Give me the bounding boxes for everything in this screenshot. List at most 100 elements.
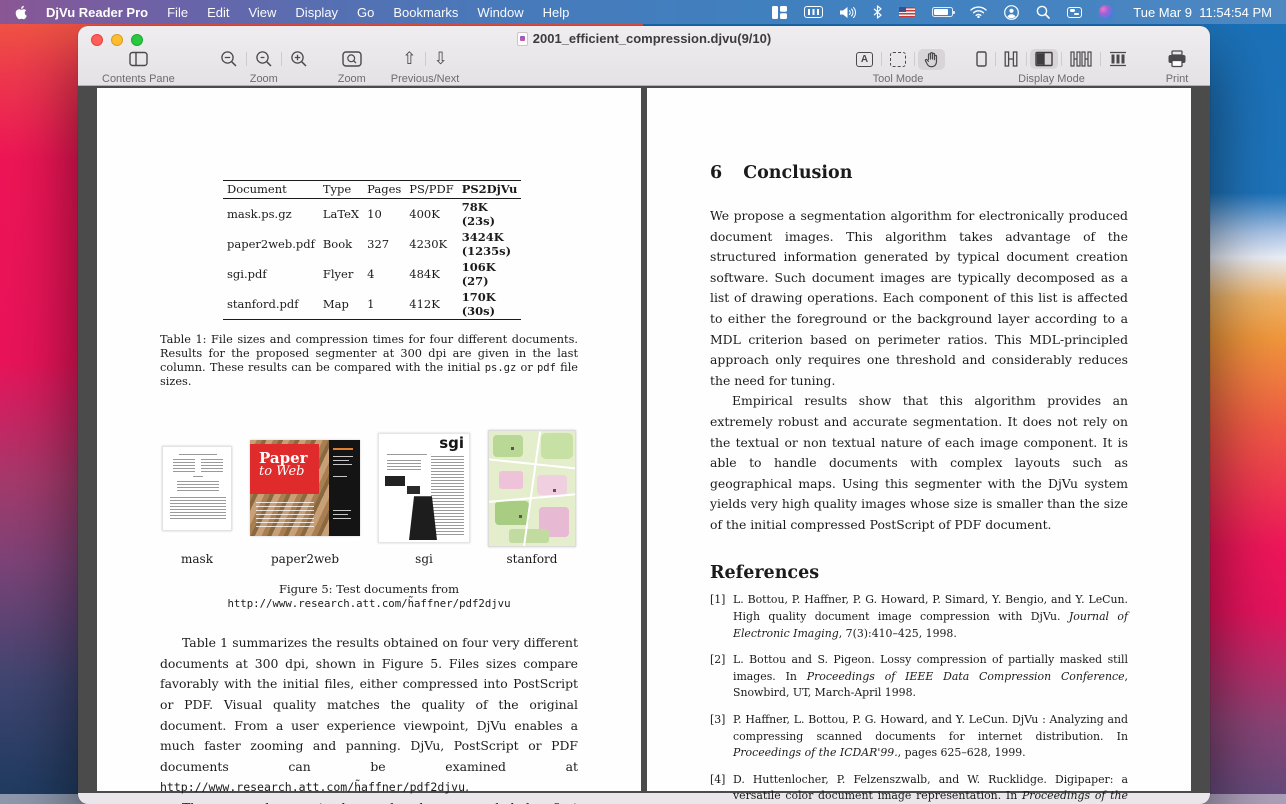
print-label: Print bbox=[1165, 73, 1189, 85]
print-button[interactable] bbox=[1162, 48, 1192, 70]
user-account-icon[interactable] bbox=[1004, 4, 1020, 20]
printer-icon bbox=[1168, 50, 1186, 68]
zoom-actual-button[interactable] bbox=[250, 48, 278, 70]
table-row: sgi.pdf Flyer 4 484K 106K (27) bbox=[227, 260, 496, 288]
thumbnail-stanford-column: stanford bbox=[488, 427, 576, 566]
paragraph-2: The same documents have also been encode… bbox=[160, 798, 578, 804]
section-number: 6 bbox=[710, 163, 723, 183]
toolbar: Contents Pane Zoom Zoom ⇧ ⇩ Previous/Nex… bbox=[78, 47, 1210, 85]
table-1-caption: Table 1: File sizes and compression time… bbox=[160, 333, 578, 389]
siri-icon[interactable] bbox=[1099, 5, 1114, 19]
table-1: Document Type Pages PS/PDF PS2DjVu mask.… bbox=[223, 180, 522, 320]
window-title-row: 2001_efficient_compression.djvu(9/10) bbox=[78, 31, 1210, 46]
table-row: stanford.pdf Map 1 412K 170K (30s) bbox=[227, 290, 496, 318]
reference-number: [4] bbox=[710, 772, 726, 786]
wifi-icon[interactable] bbox=[970, 4, 987, 20]
menu-item[interactable]: File bbox=[167, 5, 188, 20]
single-page-mode-button[interactable] bbox=[971, 49, 992, 69]
paragraph-1: Table 1 summarizes the results obtained … bbox=[160, 635, 578, 795]
two-page-mode-button[interactable] bbox=[1030, 49, 1058, 69]
menu-item[interactable]: Go bbox=[357, 5, 374, 20]
two-page-continuous-icon bbox=[1070, 51, 1092, 67]
zoom-group: Zoom bbox=[215, 47, 313, 85]
page-9: Document Type Pages PS/PDF PS2DjVu mask.… bbox=[97, 88, 641, 804]
zoom-in-button[interactable] bbox=[285, 48, 313, 70]
display-mode-group: Display Mode bbox=[971, 47, 1132, 85]
volume-icon[interactable] bbox=[840, 4, 857, 20]
reference-item: [3] P. Haffner, L. Bottou, P. G. Howard,… bbox=[710, 712, 1128, 760]
continuous-mode-button[interactable] bbox=[999, 49, 1023, 69]
contents-pane-group: Contents Pane bbox=[102, 47, 175, 85]
thumbnail-mask bbox=[162, 445, 232, 531]
hand-icon bbox=[924, 51, 938, 67]
two-page-continuous-mode-button[interactable] bbox=[1065, 49, 1097, 69]
document-scroll-area[interactable]: Document Type Pages PS/PDF PS2DjVu mask.… bbox=[78, 86, 1210, 804]
contents-pane-button[interactable] bbox=[124, 49, 153, 69]
window-header: 2001_efficient_compression.djvu(9/10) Co… bbox=[78, 26, 1210, 86]
thumbnail-paper2web-column: Paper to Web paper2web bbox=[250, 427, 360, 566]
figure-5-thumbnails: mask Paper to Web paper2web sgi sgi stan… bbox=[160, 427, 578, 566]
menu-bar: DjVu Reader Pro File Edit View Display Go Boo… bbox=[0, 0, 1286, 24]
marquee-zoom-label: Zoom bbox=[337, 73, 366, 85]
magnifier-small-minus-icon bbox=[256, 51, 272, 67]
reference-item: [1] L. Bottou, P. Haffner, P. G. Howard,… bbox=[710, 593, 1129, 640]
bluetooth-icon[interactable] bbox=[873, 4, 882, 20]
table-row: mask.ps.gz LaTeX 10 400K 78K (23s) bbox=[227, 200, 496, 228]
keyboard-icon[interactable] bbox=[804, 4, 824, 20]
thumbnail-paper2web: Paper to Web bbox=[250, 440, 360, 537]
text-select-icon: A bbox=[856, 51, 873, 67]
battery-icon[interactable] bbox=[932, 7, 956, 17]
window-title: 2001_efficient_compression.djvu(9/10) bbox=[532, 31, 772, 46]
sidebar-icon bbox=[129, 51, 148, 67]
menu-item[interactable]: Edit bbox=[207, 5, 229, 20]
menu-item[interactable]: Help bbox=[543, 5, 570, 20]
text-select-tool-button[interactable]: A bbox=[851, 50, 878, 69]
figure-label-paper2web: paper2web bbox=[270, 552, 340, 567]
continuous-pages-icon bbox=[1004, 51, 1018, 67]
window-tiling-icon[interactable] bbox=[772, 4, 788, 20]
zoom-group-label: Zoom bbox=[249, 73, 278, 85]
rect-select-tool-button[interactable] bbox=[885, 50, 911, 69]
thumbnail-stanford bbox=[488, 429, 576, 547]
reference-item: [2] L. Bottou and S. Pigeon. Lossy compr… bbox=[710, 652, 1128, 700]
up-arrow-icon: ⇧ bbox=[402, 48, 417, 69]
reference-number: [2] bbox=[710, 652, 726, 666]
reference-item: [4] D. Huttenlocher, P. Felzenszwalb, an… bbox=[710, 772, 1128, 803]
menu-bar-clock[interactable]: Tue Mar 9 11:54:54 PM bbox=[1133, 5, 1272, 20]
book-mode-button[interactable] bbox=[1104, 49, 1132, 69]
references-heading: References bbox=[710, 562, 820, 583]
reference-number: [1] bbox=[710, 593, 726, 606]
thumbnail-mask-column: mask bbox=[162, 427, 232, 566]
magnifier-plus-icon bbox=[291, 51, 307, 67]
single-page-icon bbox=[976, 51, 987, 67]
zoom-out-button[interactable] bbox=[215, 48, 243, 70]
input-source-us-flag-icon[interactable] bbox=[899, 7, 916, 17]
conclusion-paragraph-2: Empirical results show that this algorit… bbox=[710, 393, 1128, 532]
apple-menu-icon[interactable] bbox=[14, 5, 27, 20]
reference-number: [3] bbox=[710, 712, 726, 726]
magnifier-minus-icon bbox=[221, 51, 237, 67]
menu-item[interactable]: Display bbox=[295, 5, 338, 20]
marquee-zoom-button[interactable] bbox=[337, 48, 367, 70]
prev-next-group: ⇧ ⇩ Previous/Next bbox=[391, 47, 459, 85]
figure-label-mask: mask bbox=[181, 552, 213, 567]
thumbnail-sgi-column: sgi sgi bbox=[378, 427, 470, 566]
previous-page-button[interactable]: ⇧ bbox=[397, 49, 421, 70]
marquee-magnifier-icon bbox=[342, 51, 362, 67]
conclusion-paragraph-1: We propose a segmentation algorithm for … bbox=[710, 208, 1128, 388]
menu-item[interactable]: View bbox=[248, 5, 276, 20]
menu-item[interactable]: Bookmarks bbox=[393, 5, 458, 20]
paragraph-url: http://www.research.att.com/h̃affner/pdf… bbox=[160, 780, 466, 795]
document-file-icon bbox=[516, 31, 528, 46]
menu-item[interactable]: Window bbox=[477, 5, 523, 20]
tool-mode-label: Tool Mode bbox=[872, 73, 924, 85]
marquee-zoom-group: Zoom bbox=[337, 47, 367, 85]
hand-tool-button[interactable] bbox=[918, 48, 945, 70]
spotlight-search-icon[interactable] bbox=[1036, 4, 1051, 20]
menu-app-name[interactable]: DjVu Reader Pro bbox=[46, 5, 148, 20]
next-page-button[interactable]: ⇩ bbox=[429, 49, 453, 70]
control-center-icon[interactable] bbox=[1067, 6, 1083, 18]
tool-mode-group: A Tool Mode bbox=[851, 47, 945, 85]
figure-label-sgi: sgi bbox=[415, 552, 433, 567]
figure-caption-url: http://www.research.att.com/h̃affner/pdf… bbox=[227, 597, 511, 611]
